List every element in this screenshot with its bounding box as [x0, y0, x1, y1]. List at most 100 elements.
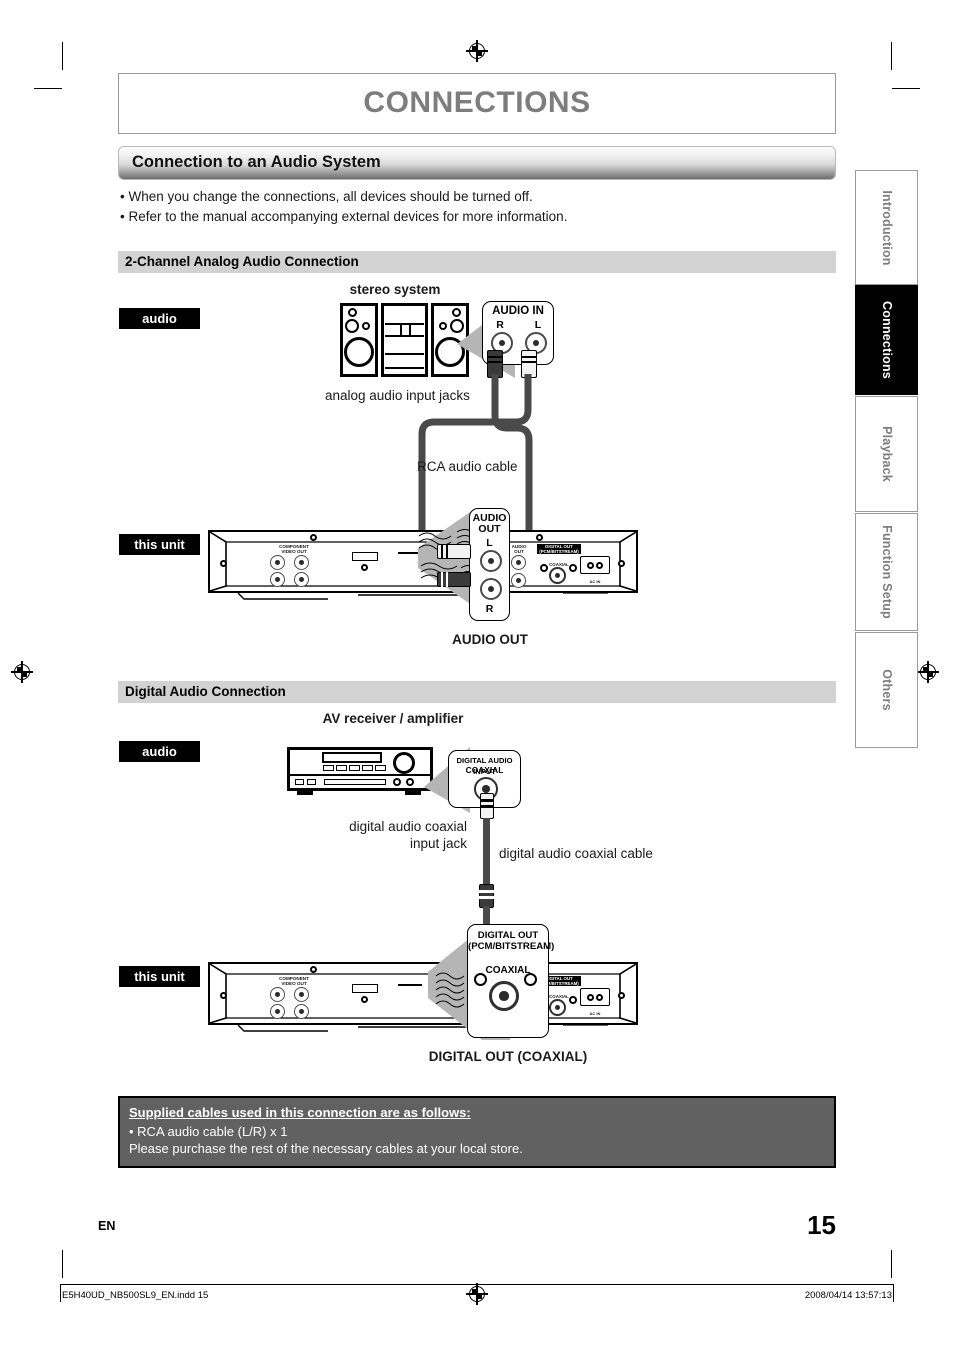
av-receiver-title: AV receiver / amplifier — [322, 711, 464, 726]
ac-in-group: AC IN — [580, 556, 610, 584]
supplied-cables-line-0: • RCA audio cable (L/R) x 1 — [129, 1124, 288, 1139]
rca-plug-out-l-band — [441, 544, 443, 559]
component-jack-pr — [294, 572, 309, 587]
audio-out-callout: AUDIO OUT L R — [469, 508, 510, 621]
component-jack-y — [270, 555, 285, 570]
audio-out-callout-r: R — [485, 603, 494, 615]
section-bullet-0: • When you change the connections, all d… — [120, 189, 533, 204]
section-header-label: Connection to an Audio System — [132, 153, 381, 171]
digital-out-coaxial-jack — [549, 567, 566, 584]
sidebar-tab-function-setup[interactable]: Function Setup — [855, 513, 918, 631]
hdmi-out-port-digital — [352, 984, 378, 993]
rca-plug-out-r-band2 — [446, 572, 448, 587]
component-jack-video-digital — [270, 1004, 285, 1019]
rca-plug-top-l-band2 — [521, 361, 537, 363]
ac-in-label-digital: AC IN — [589, 1011, 601, 1016]
sidebar-tab-playback[interactable]: Playback — [855, 396, 918, 512]
left-speaker-port — [362, 322, 370, 330]
sidebar-tab-others-label: Others — [879, 669, 894, 711]
analog-input-jacks-caption: analog audio input jacks — [325, 388, 470, 403]
left-speaker-tweeter — [348, 308, 357, 317]
deck-divider-1 — [400, 323, 402, 335]
digital-audio-input-title-2: COAXIAL — [465, 765, 504, 775]
coaxial-plug-bottom-band — [479, 890, 494, 893]
chapter-title-box: CONNECTIONS — [118, 73, 836, 134]
audio-out-callout-l: L — [486, 537, 493, 549]
rear-panel-d-screw-left — [220, 992, 227, 999]
digital-out-screw-left — [540, 564, 548, 572]
audio-in-label-l: L — [534, 319, 542, 331]
av-receiver-button-1 — [323, 765, 334, 771]
section-header: Connection to an Audio System — [118, 146, 836, 180]
component-video-out-group: COMPONENT VIDEO OUT — [265, 544, 323, 588]
sidebar-tab-playback-label: Playback — [879, 426, 894, 482]
deck-line-1 — [385, 323, 424, 325]
registration-mark-bottom — [466, 1283, 488, 1305]
manual-page: CONNECTIONS Connection to an Audio Syste… — [0, 0, 954, 1351]
registration-mark-right — [917, 661, 939, 683]
digital-out-caption: DIGITAL OUT (COAXIAL) — [428, 1049, 588, 1064]
digital-out-screw-right-digital — [569, 996, 577, 1004]
rear-panel-screw-left — [220, 560, 227, 567]
hdmi-out-group: HDMI OUT — [344, 545, 386, 575]
audio-out-callout-title: AUDIO OUT — [472, 512, 507, 535]
ac-in-group-digital: AC IN — [580, 988, 610, 1016]
coaxial-plug-top-band — [480, 799, 494, 802]
badge-audio-digital: audio — [119, 741, 200, 762]
badge-audio-analog: audio — [119, 308, 200, 329]
digital-out-group: DIGITAL OUT (PCM/BITSTREAM) COAXIAL — [535, 544, 583, 590]
digital-coax-jack-caption-2: input jack — [409, 836, 467, 851]
section-bullet-1: • Refer to the manual accompanying exter… — [120, 209, 568, 224]
crop-mark-top-left-h — [34, 88, 62, 90]
av-receiver-switch-2 — [307, 779, 316, 785]
digital-out-callout-screw-left — [474, 973, 487, 986]
page-number: 15 — [807, 1210, 836, 1240]
ac-in-label: AC IN — [589, 579, 601, 584]
digital-out-callout-title: DIGITAL OUT (PCM/BITSTREAM) — [468, 930, 555, 952]
sidebar-tab-introduction-label: Introduction — [879, 189, 894, 266]
supplied-cables-line-1: Please purchase the rest of the necessar… — [129, 1141, 523, 1156]
deck-divider-2 — [409, 323, 411, 335]
footer-rule — [60, 1284, 894, 1285]
sidebar-tab-introduction[interactable]: Introduction — [855, 170, 918, 285]
footer-timestamp: 2008/04/14 13:57:13 — [804, 1290, 892, 1301]
component-video-out-label-digital: COMPONENT VIDEO OUT — [279, 976, 309, 986]
av-receiver-volume-knob — [393, 752, 415, 774]
av-receiver-button-5 — [375, 765, 386, 771]
audio-out-callout-jack-r — [480, 578, 502, 600]
ac-in-pin-left-digital — [587, 994, 594, 1001]
rear-panel-screw-center-right — [536, 534, 543, 541]
subsection-header-analog-label: 2-Channel Analog Audio Connection — [125, 254, 359, 269]
component-video-out-group-digital: COMPONENT VIDEO OUT — [265, 976, 323, 1020]
av-receiver-divider — [290, 774, 430, 776]
digital-out-screw-right — [569, 564, 577, 572]
component-jack-video — [270, 572, 285, 587]
ac-in-pin-right-digital — [596, 994, 603, 1001]
footer-tick-left — [60, 1284, 61, 1302]
sidebar-tab-function-setup-label: Function Setup — [879, 525, 894, 619]
coaxial-plug-top-band2 — [480, 805, 494, 808]
component-video-out-label: COMPONENT VIDEO OUT — [279, 544, 309, 554]
digital-coax-cable-caption: digital audio coaxial cable — [499, 846, 653, 861]
footer-tick-right — [893, 1284, 894, 1302]
digital-out-coaxial-jack-digital — [549, 999, 566, 1016]
left-speaker-woofer — [344, 337, 374, 367]
hdmi-out-screw-digital — [361, 996, 368, 1003]
badge-this-unit-analog: this unit — [119, 534, 200, 555]
sidebar-tab-others[interactable]: Others — [855, 632, 918, 748]
sidebar-tab-connections[interactable]: Connections — [855, 285, 918, 395]
stereo-system-title: stereo system — [349, 282, 441, 297]
component-jack-pr-digital — [294, 1004, 309, 1019]
ac-in-pin-left — [587, 562, 594, 569]
rca-cable-caption: RCA audio cable — [417, 459, 518, 474]
ac-in-socket — [580, 556, 610, 574]
badge-this-unit-digital: this unit — [119, 966, 200, 987]
rca-plug-out-l-band2 — [446, 544, 448, 559]
rca-plug-out-r-band — [441, 572, 443, 587]
audio-out-jack-l — [511, 555, 526, 570]
rear-panel-d-screw-center — [310, 966, 317, 973]
crop-mark-bottom-right-v — [891, 1250, 893, 1278]
av-receiver-tray — [324, 779, 386, 785]
footer-file-name: E5H40UD_NB500SL9_EN.indd 15 — [62, 1290, 209, 1301]
stereo-system-illustration — [340, 303, 470, 377]
